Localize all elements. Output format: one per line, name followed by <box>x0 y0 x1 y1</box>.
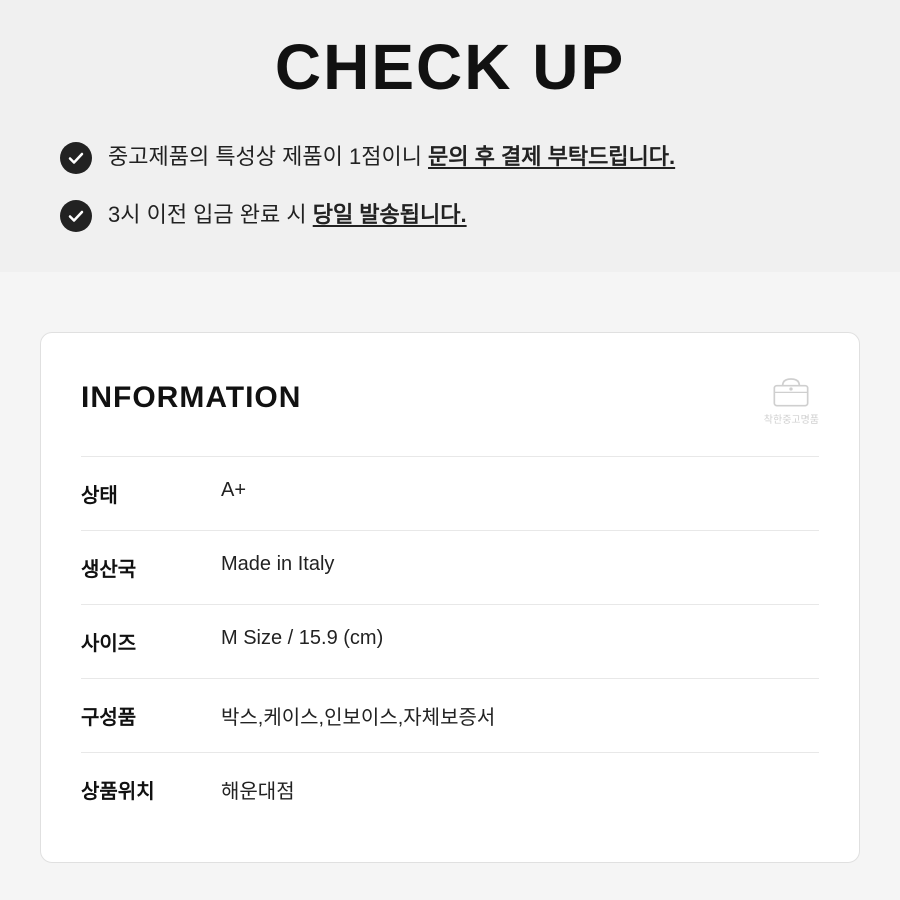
check-item-2: 3시 이전 입금 완료 시 당일 발송됩니다. <box>60 198 840 232</box>
info-value-4: 해운대점 <box>221 775 295 804</box>
info-label-3: 구성품 <box>81 701 221 730</box>
info-label-0: 상태 <box>81 479 221 508</box>
info-header: INFORMATION 착한중고명품 <box>81 369 819 426</box>
info-row: 상품위치해운대점 <box>81 752 819 826</box>
page-title: CHECK UP <box>60 30 840 104</box>
info-value-0: A+ <box>221 479 246 502</box>
checkmark-icon-2 <box>60 200 92 232</box>
check-text-1: 중고제품의 특성상 제품이 1점이니 문의 후 결제 부탁드립니다. <box>108 140 675 173</box>
info-label-1: 생산국 <box>81 553 221 582</box>
info-value-1: Made in Italy <box>221 553 334 576</box>
check-item-1: 중고제품의 특성상 제품이 1점이니 문의 후 결제 부탁드립니다. <box>60 140 840 174</box>
check-text-1-highlight: 문의 후 결제 부탁드립니다. <box>428 144 675 169</box>
info-row: 사이즈M Size / 15.9 (cm) <box>81 604 819 678</box>
info-section-title: INFORMATION <box>81 381 301 415</box>
info-value-3: 박스,케이스,인보이스,자체보증서 <box>221 701 495 730</box>
info-rows-container: 상태A+생산국Made in Italy사이즈M Size / 15.9 (cm… <box>81 456 819 826</box>
check-text-2-highlight: 당일 발송됩니다. <box>313 202 467 227</box>
brand-logo: 착한중고명품 <box>764 369 819 426</box>
info-label-4: 상품위치 <box>81 775 221 804</box>
info-row: 구성품박스,케이스,인보이스,자체보증서 <box>81 678 819 752</box>
spacer <box>0 272 900 332</box>
checkmark-icon-1 <box>60 142 92 174</box>
info-card: INFORMATION 착한중고명품 상태A+생산국Made in Italy사… <box>40 332 860 863</box>
info-value-2: M Size / 15.9 (cm) <box>221 627 383 650</box>
info-label-2: 사이즈 <box>81 627 221 656</box>
check-text-2: 3시 이전 입금 완료 시 당일 발송됩니다. <box>108 198 467 231</box>
info-row: 상태A+ <box>81 456 819 530</box>
brand-logo-svg <box>766 369 816 409</box>
info-row: 생산국Made in Italy <box>81 530 819 604</box>
header-section: CHECK UP 중고제품의 특성상 제품이 1점이니 문의 후 결제 부탁드립… <box>0 0 900 272</box>
brand-logo-text: 착한중고명품 <box>764 411 819 426</box>
